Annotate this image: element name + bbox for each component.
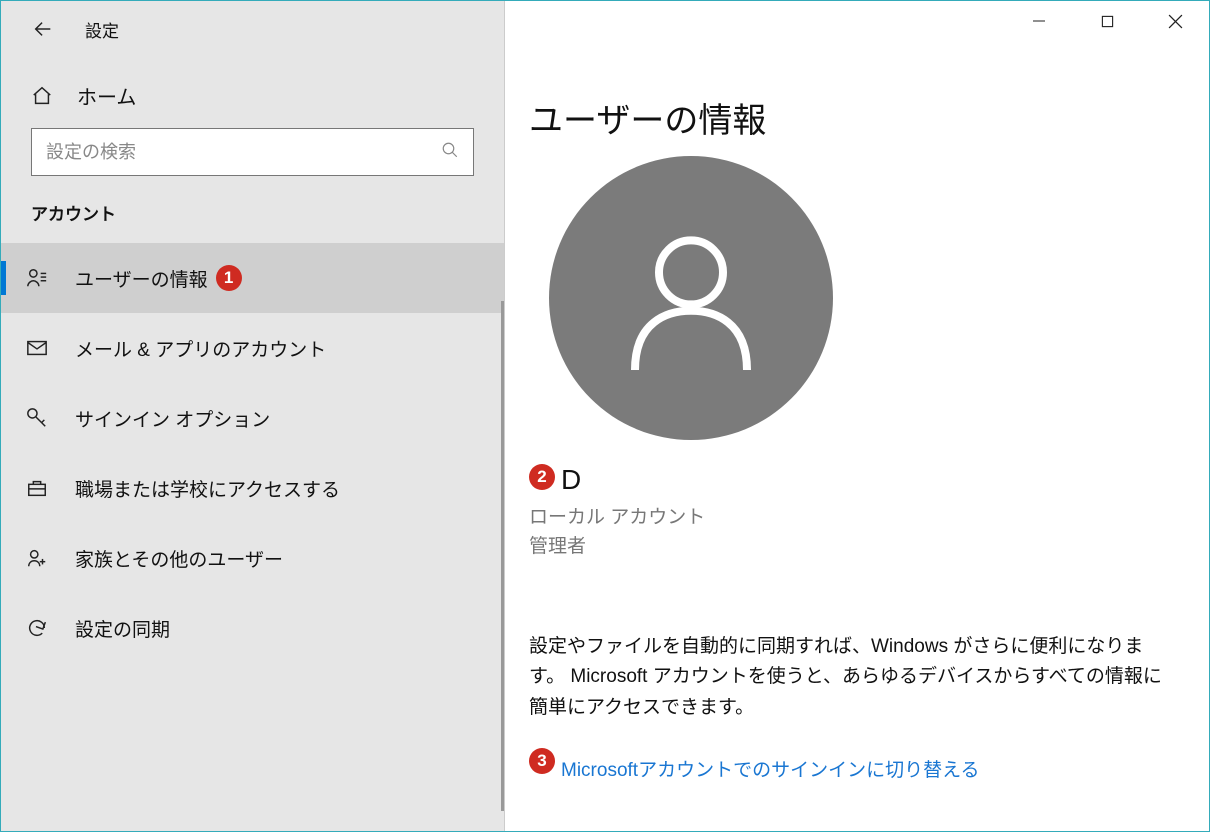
search-input[interactable] (46, 142, 441, 163)
sidebar-item-work-school[interactable]: 職場または学校にアクセスする (1, 453, 504, 523)
sidebar: 設定 ホーム アカウント (1, 1, 505, 831)
page-title: ユーザーの情報 (529, 93, 1169, 142)
sidebar-item-label: メール & アプリのアカウント (75, 335, 326, 362)
sidebar-item-label: 設定の同期 (75, 615, 170, 642)
search-icon (441, 141, 459, 164)
sidebar-item-family-users[interactable]: 家族とその他のユーザー (1, 523, 504, 593)
app-title: 設定 (85, 17, 119, 42)
sidebar-item-user-info[interactable]: ユーザーの情報 1 (1, 243, 504, 313)
window-maximize-button[interactable] (1073, 1, 1141, 41)
annotation-badge-2: 2 (529, 464, 555, 490)
sidebar-home[interactable]: ホーム (1, 51, 504, 128)
account-type: ローカル アカウント (529, 502, 1169, 529)
mail-icon (25, 337, 49, 359)
sidebar-scrollbar[interactable] (501, 301, 504, 811)
user-name: D (561, 464, 581, 496)
sidebar-item-label: 家族とその他のユーザー (75, 545, 283, 572)
sidebar-item-label: 職場または学校にアクセスする (75, 475, 340, 502)
window-close-button[interactable] (1141, 1, 1209, 41)
user-avatar (549, 156, 833, 440)
home-icon (31, 85, 55, 107)
sidebar-item-signin-options[interactable]: サインイン オプション (1, 383, 504, 453)
sidebar-topbar: 設定 (1, 1, 504, 51)
annotation-badge-1: 1 (216, 265, 242, 291)
switch-to-ms-account-link[interactable]: Microsoftアカウントでのサインインに切り替える (561, 755, 980, 782)
add-user-icon (25, 547, 49, 569)
sidebar-item-email-accounts[interactable]: メール & アプリのアカウント (1, 313, 504, 383)
annotation-badge-3: 3 (529, 748, 555, 774)
sidebar-item-label: ユーザーの情報 (75, 265, 208, 292)
briefcase-icon (25, 477, 49, 499)
back-button[interactable] (29, 15, 57, 43)
sidebar-section-label: アカウント (1, 200, 504, 243)
sync-icon (25, 617, 49, 639)
user-role: 管理者 (529, 531, 1169, 558)
search-box[interactable] (31, 128, 474, 176)
user-info-icon (25, 267, 49, 289)
key-icon (25, 407, 49, 429)
sidebar-home-label: ホーム (77, 81, 136, 110)
window-minimize-button[interactable] (1005, 1, 1073, 41)
sidebar-item-label: サインイン オプション (75, 405, 270, 432)
sync-description: 設定やファイルを自動的に同期すれば、Windows がさらに便利になります。 M… (529, 632, 1169, 723)
main-content: ユーザーの情報 2 D ローカル アカウント 管理者 設定やファイルを自動的に同… (505, 1, 1209, 831)
sidebar-item-sync-settings[interactable]: 設定の同期 (1, 593, 504, 663)
